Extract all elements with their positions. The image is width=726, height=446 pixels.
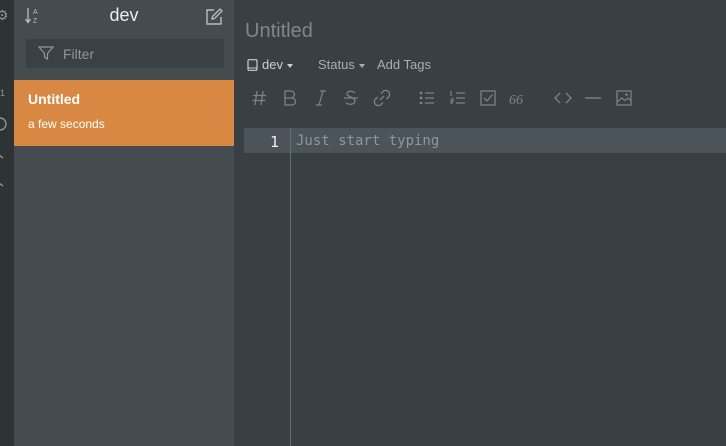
note-timestamp: a few seconds bbox=[28, 117, 105, 131]
svg-text:66: 66 bbox=[509, 93, 523, 108]
note-body-editor[interactable]: 1 Just start typing bbox=[244, 128, 726, 446]
horizontal-rule-icon[interactable] bbox=[583, 88, 603, 108]
filter-input[interactable]: Filter bbox=[26, 39, 224, 68]
numbered-list-icon[interactable] bbox=[448, 88, 468, 108]
notebook-label: dev bbox=[262, 57, 283, 72]
notes-sidebar: A Z dev Filter Untitled a few seconds bbox=[14, 0, 234, 446]
app-rail: ⚙ 1 bbox=[0, 0, 14, 446]
chevron-icon[interactable] bbox=[0, 178, 7, 190]
bullet-list-icon[interactable] bbox=[417, 88, 437, 108]
notebook-icon bbox=[247, 59, 258, 71]
image-icon[interactable] bbox=[614, 88, 634, 108]
clock-icon[interactable] bbox=[0, 116, 7, 132]
formatting-toolbar: 66 bbox=[250, 88, 726, 110]
link-icon[interactable] bbox=[372, 88, 392, 108]
bold-icon[interactable] bbox=[280, 88, 300, 108]
editor-placeholder: Just start typing bbox=[296, 133, 440, 149]
line-number: 1 bbox=[270, 133, 280, 151]
filter-icon bbox=[38, 46, 54, 61]
add-tags-button[interactable]: Add Tags bbox=[377, 57, 431, 72]
gear-icon[interactable]: ⚙ bbox=[0, 8, 9, 22]
heading-icon[interactable] bbox=[250, 88, 270, 108]
note-title: Untitled bbox=[28, 91, 81, 107]
strikethrough-icon[interactable] bbox=[341, 88, 361, 108]
status-dropdown[interactable]: Status bbox=[318, 57, 365, 72]
notebook-selector[interactable]: dev bbox=[262, 57, 293, 72]
gutter-divider bbox=[290, 128, 291, 446]
note-list-item[interactable]: Untitled a few seconds bbox=[14, 80, 234, 146]
filter-placeholder: Filter bbox=[63, 46, 95, 62]
chevron-down-icon bbox=[358, 63, 365, 68]
note-title-input[interactable]: Untitled bbox=[245, 20, 313, 43]
editor-pane: Untitled dev Status Add Tags 66 1 Just s… bbox=[234, 0, 726, 446]
chevron-down-icon bbox=[286, 63, 293, 68]
notebook-title: dev bbox=[109, 5, 139, 25]
status-label: Status bbox=[318, 57, 355, 72]
checkbox-icon[interactable] bbox=[478, 88, 498, 108]
code-icon[interactable] bbox=[553, 88, 573, 108]
compose-icon[interactable] bbox=[204, 7, 224, 27]
chevron-icon[interactable] bbox=[0, 150, 7, 162]
rail-marker: 1 bbox=[0, 88, 6, 98]
italic-icon[interactable] bbox=[311, 88, 331, 108]
quote-icon[interactable]: 66 bbox=[508, 88, 528, 108]
sidebar-header: A Z dev bbox=[14, 0, 234, 34]
